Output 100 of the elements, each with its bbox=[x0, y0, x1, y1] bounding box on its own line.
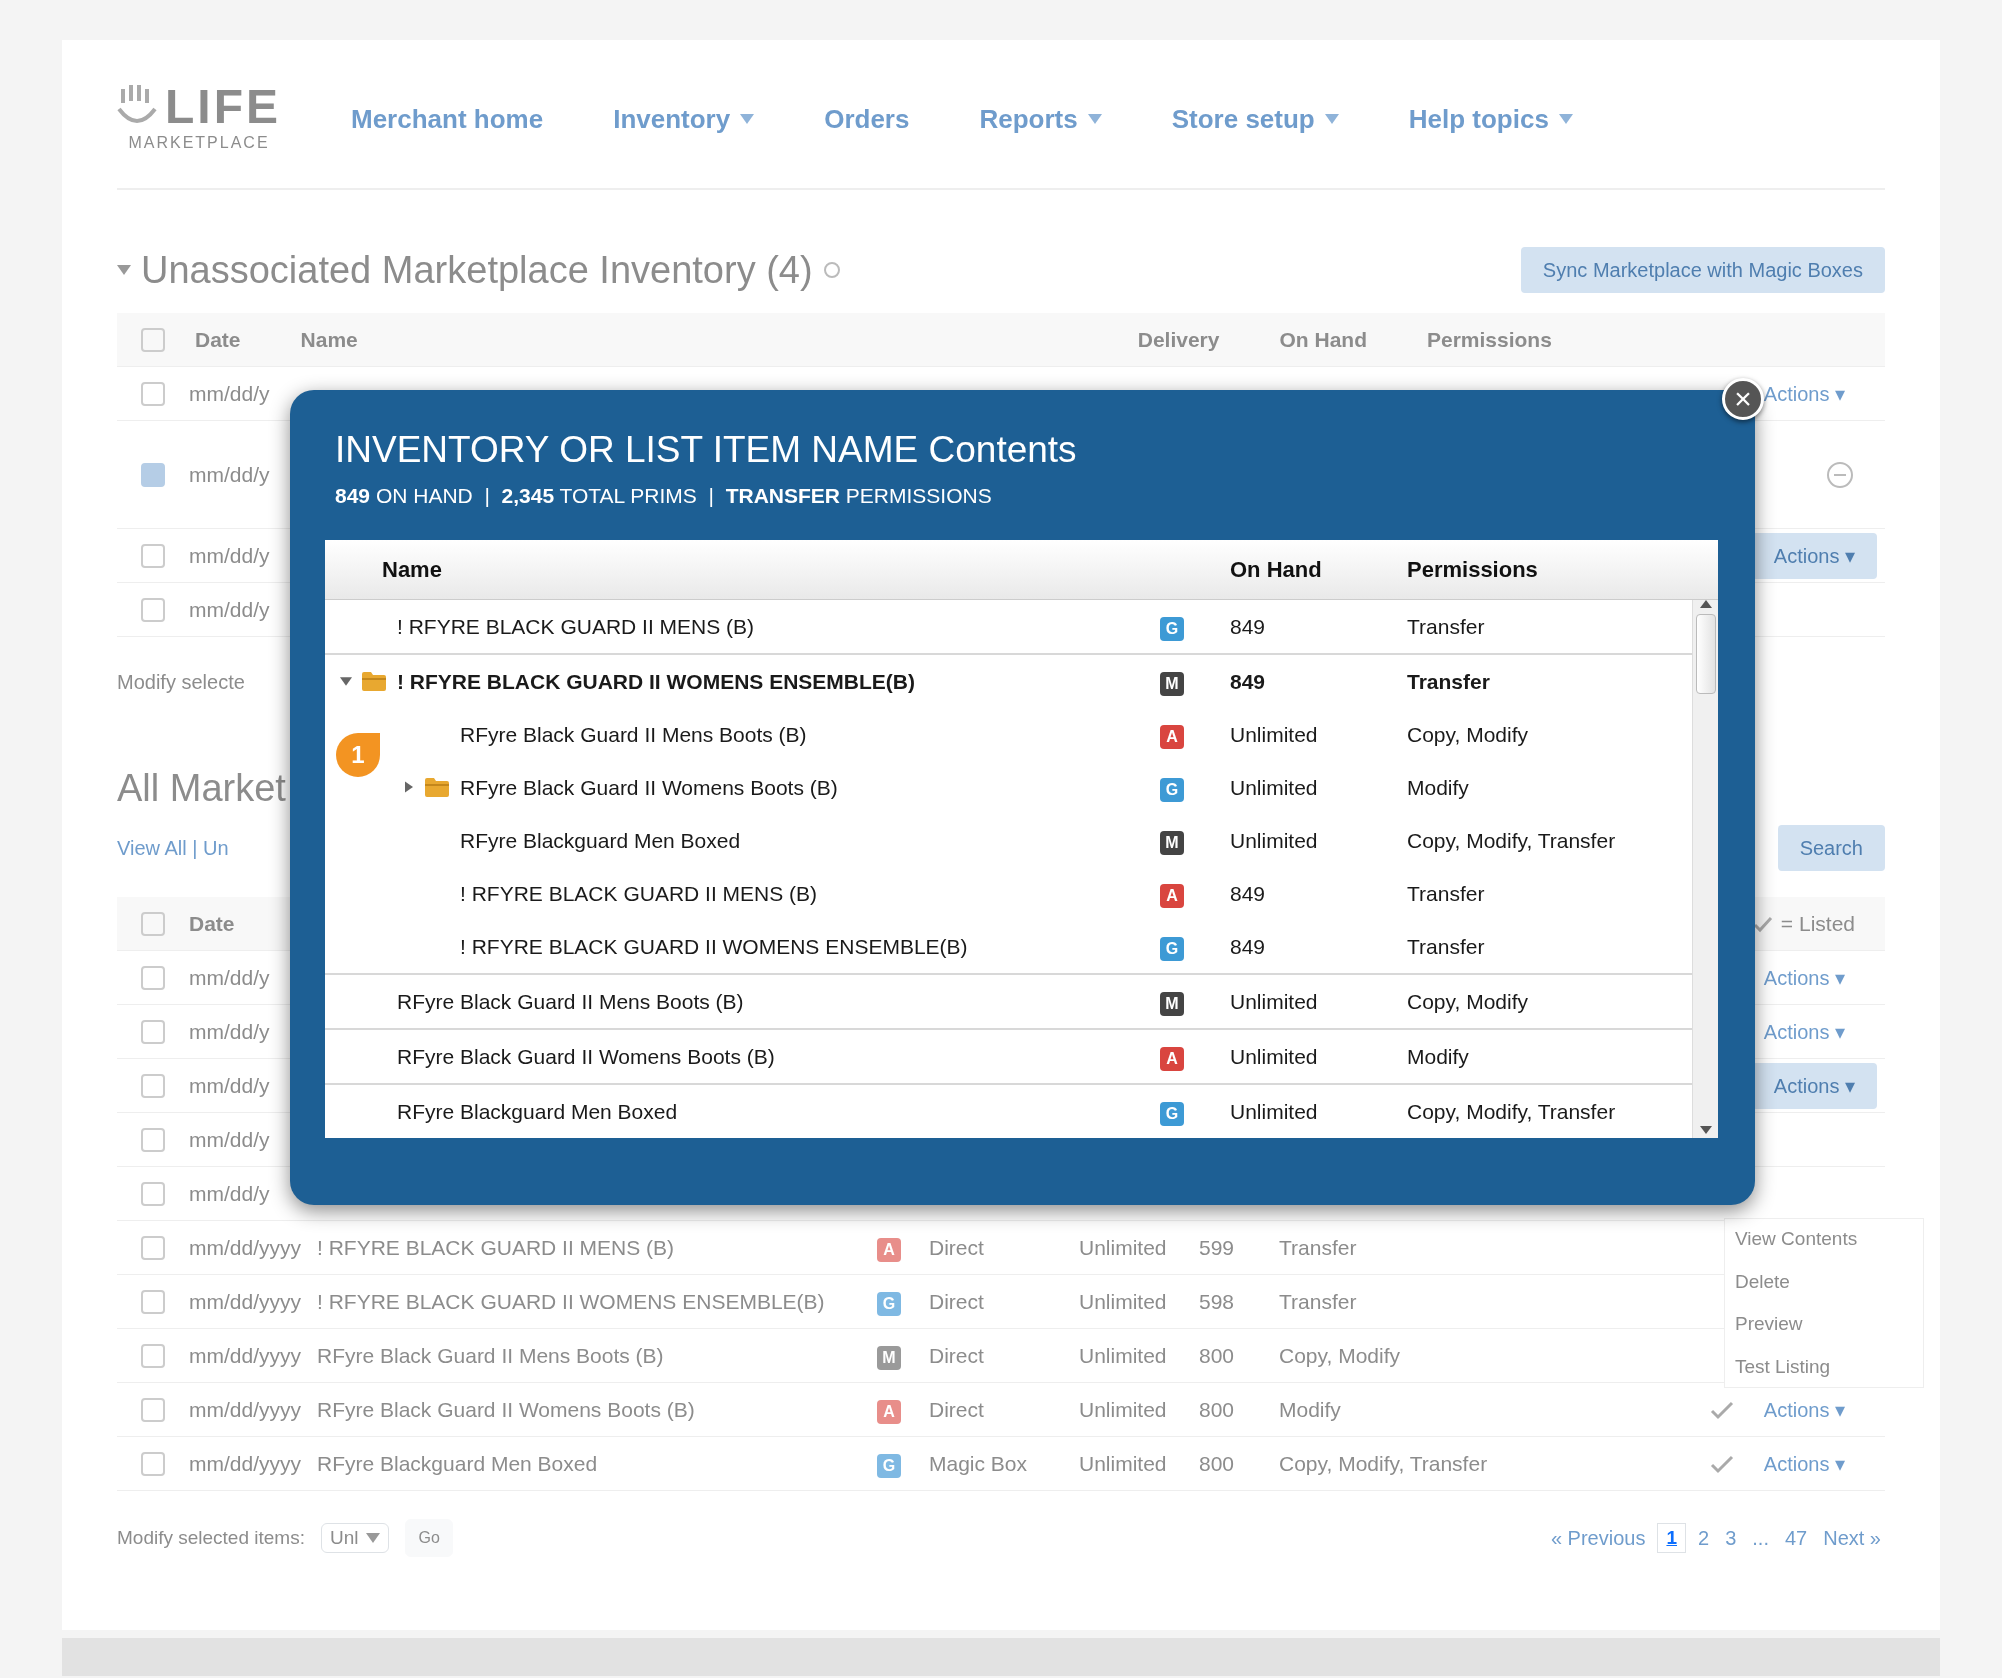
caret-icon[interactable] bbox=[1087, 114, 1102, 124]
type-badge: M bbox=[1160, 830, 1184, 855]
checkbox[interactable] bbox=[141, 911, 165, 936]
type-badge: G bbox=[1160, 1101, 1184, 1126]
item-name: ! RFYRE BLACK GUARD II WOMENS ENSEMBLE(B) bbox=[460, 933, 968, 960]
date-text: mm/dd/yyyy bbox=[189, 1450, 302, 1477]
pagination-link[interactable]: 3 bbox=[1721, 1522, 1741, 1554]
checkbox[interactable] bbox=[141, 1127, 165, 1152]
column-header: Delivery bbox=[1137, 326, 1220, 353]
column-header[interactable]: Name bbox=[300, 323, 358, 356]
section-title: All Market bbox=[117, 765, 286, 811]
permissions-text: Transfer bbox=[1407, 880, 1486, 907]
pagination-link[interactable]: ... bbox=[1748, 1522, 1773, 1554]
checkbox[interactable] bbox=[141, 1451, 165, 1476]
caret-icon[interactable] bbox=[366, 1533, 381, 1543]
item-name: ! RFYRE BLACK GUARD II MENS (B) bbox=[460, 880, 818, 907]
caret-icon[interactable] bbox=[117, 265, 131, 275]
item-name: ! RFYRE BLACK GUARD II MENS (B) bbox=[317, 1234, 676, 1261]
item-name: RFyre Black Guard II Mens Boots (B) bbox=[460, 721, 807, 748]
on-hand-text: Unlimited bbox=[1079, 1396, 1168, 1423]
expand-toggle[interactable] bbox=[340, 676, 352, 686]
column-header[interactable]: Date bbox=[195, 323, 241, 356]
column-header: On Hand bbox=[1279, 326, 1367, 353]
checkbox[interactable] bbox=[141, 1019, 165, 1044]
item-name: RFyre Black Guard II Womens Boots (B) bbox=[317, 1396, 696, 1423]
caret-icon[interactable] bbox=[740, 114, 755, 124]
checkbox[interactable] bbox=[141, 381, 165, 406]
actions-link[interactable]: Actions ▾ bbox=[1763, 962, 1845, 993]
nav-link[interactable]: Store setup bbox=[1171, 99, 1339, 139]
checkbox[interactable] bbox=[141, 1235, 165, 1260]
checkbox[interactable] bbox=[141, 1181, 165, 1206]
minus-circle-icon[interactable] bbox=[1825, 459, 1855, 490]
nav-link[interactable]: Reports bbox=[979, 99, 1102, 139]
checkbox[interactable] bbox=[141, 597, 165, 622]
check-icon bbox=[1752, 914, 1773, 933]
checkbox[interactable] bbox=[141, 965, 165, 990]
scroll-down-icon[interactable] bbox=[1699, 1125, 1712, 1134]
checkbox[interactable] bbox=[141, 327, 165, 352]
checkbox[interactable] bbox=[141, 462, 165, 487]
delivery-text: Direct bbox=[929, 1288, 985, 1315]
menu-item[interactable]: View Contents bbox=[1735, 1225, 1913, 1254]
pagination-link[interactable]: 2 bbox=[1694, 1522, 1714, 1554]
item-name: RFyre Black Guard II Mens Boots (B) bbox=[397, 988, 744, 1015]
permissions-text: Transfer bbox=[1407, 933, 1486, 960]
checkbox[interactable] bbox=[141, 543, 165, 568]
type-badge: M bbox=[1160, 671, 1184, 696]
type-badge: G bbox=[877, 1453, 901, 1478]
item-name: RFyre Black Guard II Mens Boots (B) bbox=[317, 1342, 665, 1369]
actions-link[interactable]: Actions ▾ bbox=[1763, 378, 1845, 409]
date-text: mm/dd/yyyy bbox=[189, 1342, 302, 1369]
actions-link[interactable]: Actions ▾ bbox=[1763, 1394, 1845, 1425]
sync-button[interactable]: Sync Marketplace with Magic Boxes bbox=[1520, 247, 1885, 293]
pagination-link[interactable]: 47 bbox=[1780, 1522, 1812, 1554]
go-button[interactable]: Go bbox=[405, 1519, 453, 1557]
column-header[interactable]: Date bbox=[189, 907, 235, 940]
folder-icon bbox=[424, 776, 450, 799]
actions-link[interactable]: Actions ▾ bbox=[1763, 1016, 1845, 1047]
on-hand-text: 849 bbox=[1230, 880, 1267, 907]
scrollbar[interactable] bbox=[1692, 599, 1718, 1138]
count-text: 598 bbox=[1199, 1288, 1236, 1315]
menu-item[interactable]: Preview bbox=[1735, 1310, 1913, 1339]
date-text: mm/dd/y bbox=[189, 1018, 270, 1045]
checkbox[interactable] bbox=[141, 1397, 165, 1422]
checkbox[interactable] bbox=[141, 1343, 165, 1368]
modal-title: INVENTORY OR LIST ITEM NAME Contents bbox=[335, 428, 1078, 472]
nav-link[interactable]: Orders bbox=[824, 99, 910, 139]
type-badge: A bbox=[1160, 724, 1184, 749]
pagination-link[interactable]: Next » bbox=[1819, 1522, 1885, 1554]
actions-link[interactable]: Actions ▾ bbox=[1763, 1448, 1845, 1479]
permissions-text: Transfer bbox=[1407, 668, 1491, 695]
checkbox[interactable] bbox=[141, 1073, 165, 1098]
caret-icon[interactable] bbox=[1324, 114, 1339, 124]
delivery-text: Magic Box bbox=[929, 1450, 1029, 1477]
scroll-thumb[interactable] bbox=[1695, 613, 1716, 694]
on-hand-text: Unlimited bbox=[1230, 1043, 1319, 1070]
section-title: Unassociated Marketplace Inventory (4) bbox=[141, 247, 813, 293]
menu-item[interactable]: Test Listing bbox=[1735, 1352, 1913, 1381]
on-hand-text: Unlimited bbox=[1079, 1342, 1168, 1369]
on-hand-text: 849 bbox=[1230, 613, 1267, 640]
pagination-link[interactable]: « Previous bbox=[1546, 1522, 1650, 1554]
date-text: mm/dd/yyyy bbox=[189, 1288, 302, 1315]
count-text: 800 bbox=[1199, 1396, 1236, 1423]
checkbox[interactable] bbox=[141, 1289, 165, 1314]
count-text: 800 bbox=[1199, 1450, 1236, 1477]
info-icon[interactable] bbox=[822, 261, 841, 279]
expand-toggle[interactable] bbox=[405, 781, 413, 794]
permissions-text: Copy, Modify bbox=[1279, 1342, 1401, 1369]
menu-item[interactable]: Delete bbox=[1735, 1267, 1913, 1296]
permissions-text: Transfer bbox=[1407, 613, 1486, 640]
nav-link[interactable]: Merchant home bbox=[351, 99, 544, 139]
on-hand-text: 849 bbox=[1230, 933, 1267, 960]
nav-link[interactable]: Help topics bbox=[1408, 99, 1573, 139]
item-name: ! RFYRE BLACK GUARD II MENS (B) bbox=[397, 613, 755, 640]
select-field[interactable]: Unl bbox=[320, 1522, 390, 1554]
pagination-link[interactable]: 1 bbox=[1657, 1522, 1686, 1554]
nav-link[interactable]: Inventory bbox=[613, 99, 755, 139]
search-button[interactable]: Search bbox=[1777, 825, 1885, 871]
view-filter-links[interactable]: View All | Un bbox=[117, 833, 229, 863]
date-text: mm/dd/y bbox=[189, 1126, 270, 1153]
caret-icon[interactable] bbox=[1558, 114, 1573, 124]
